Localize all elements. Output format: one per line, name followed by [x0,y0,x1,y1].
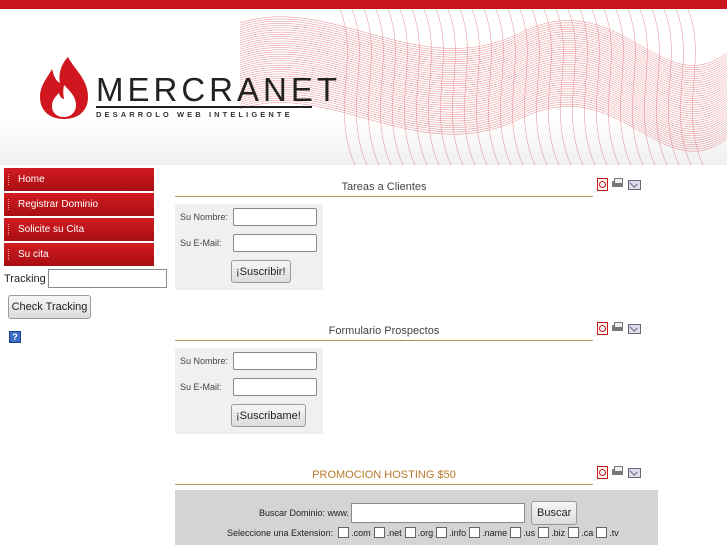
extension-checkbox-ca[interactable] [568,527,580,538]
extension-checkbox-tv[interactable] [596,527,608,538]
pdf-icon[interactable] [596,466,608,479]
extension-name: .com [351,527,371,538]
sidebar-item-registrar-dominio[interactable]: Registrar Dominio [4,193,154,216]
extension-name: .org [417,527,434,538]
name-row: Su Nombre: [180,352,317,370]
domain-search-label: Buscar Dominio: www. [259,508,350,518]
pdf-icon[interactable] [596,322,608,335]
top-strip [0,0,727,9]
email-icon[interactable] [628,466,641,478]
subscribe-form-prospectos: Su Nombre: Su E-Mail: ¡Suscribame! [175,348,323,434]
domain-search-box: Buscar Dominio: www. Buscar Seleccione u… [175,490,658,545]
suscribame-button[interactable]: ¡Suscribame! [231,404,306,427]
extension-checkbox-name[interactable] [469,527,481,538]
menu-bullet [8,224,11,235]
email-row: Su E-Mail: [180,378,317,396]
section-title-promo: PROMOCION HOSTING $50 [175,469,593,485]
email-row: Su E-Mail: [180,234,317,252]
tracking-row: Tracking [4,269,174,288]
email-label: Su E-Mail: [180,238,222,248]
section-actions [596,466,641,479]
header-banner: MERCRANET DESARROLO WEB INTELIGENTE [0,9,727,165]
section-title-tareas: Tareas a Clientes [175,181,593,197]
print-icon[interactable] [612,466,623,477]
email-label: Su E-Mail: [180,382,222,392]
extension-checkbox-us[interactable] [510,527,522,538]
sidebar: Home Registrar Dominio Solicite su Cita … [4,168,174,343]
email-icon[interactable] [628,322,641,334]
sidebar-item-label: Registrar Dominio [18,199,99,210]
sidebar-item-label: Su cita [18,249,49,260]
section-title-prospectos: Formulario Prospectos [175,325,593,341]
name-input[interactable] [233,208,317,226]
extension-name: .name [482,527,508,538]
extension-checkbox-com[interactable] [338,527,350,538]
brand-name: MERCRANET [96,71,342,108]
extension-checkbox-net[interactable] [373,527,385,538]
domain-search-row: Buscar Dominio: www. Buscar [259,501,578,525]
brand-tagline: DESARROLO WEB INTELIGENTE [96,110,293,119]
menu-bullet [8,249,11,260]
name-label: Su Nombre: [180,212,229,222]
extension-name: .ca [581,527,594,538]
name-row: Su Nombre: [180,208,317,226]
print-icon[interactable] [612,178,623,189]
print-icon[interactable] [612,322,623,333]
email-input[interactable] [233,378,317,396]
flame-logo-icon [40,57,88,119]
name-input[interactable] [233,352,317,370]
check-tracking-button[interactable]: Check Tracking [8,295,91,319]
menu-bullet [8,199,11,210]
pdf-icon[interactable] [596,178,608,191]
brand-divider [96,106,312,108]
extension-name: .tv [609,527,619,538]
extension-name: .net [386,527,402,538]
sidebar-item-solicite-cita[interactable]: Solicite su Cita [4,218,154,241]
email-icon[interactable] [628,178,641,190]
email-input[interactable] [233,234,317,252]
domain-search-input[interactable] [351,503,526,523]
tracking-label: Tracking [4,272,46,285]
sidebar-item-home[interactable]: Home [4,168,154,191]
extension-name: .info [449,527,467,538]
help-icon[interactable]: ? [9,331,21,343]
tracking-input[interactable] [48,269,167,288]
section-actions [596,178,641,191]
extension-checkbox-info[interactable] [436,527,448,538]
extension-label: Seleccione una Extension: [227,527,334,538]
extension-name: .us [523,527,536,538]
extension-checkbox-org[interactable] [404,527,416,538]
menu-bullet [8,174,11,185]
buscar-button[interactable]: Buscar [531,501,578,525]
extension-row: Seleccione una Extension: .com .net .org… [227,527,620,538]
section-actions [596,322,641,335]
name-label: Su Nombre: [180,356,229,366]
extension-checkbox-biz[interactable] [538,527,550,538]
sidebar-item-label: Home [18,174,45,185]
suscribir-button[interactable]: ¡Suscribir! [231,260,291,283]
extension-name: .biz [551,527,566,538]
subscribe-form-clientes: Su Nombre: Su E-Mail: ¡Suscribir! [175,204,323,290]
sidebar-item-label: Solicite su Cita [18,224,85,235]
sidebar-item-su-cita[interactable]: Su cita [4,243,154,266]
